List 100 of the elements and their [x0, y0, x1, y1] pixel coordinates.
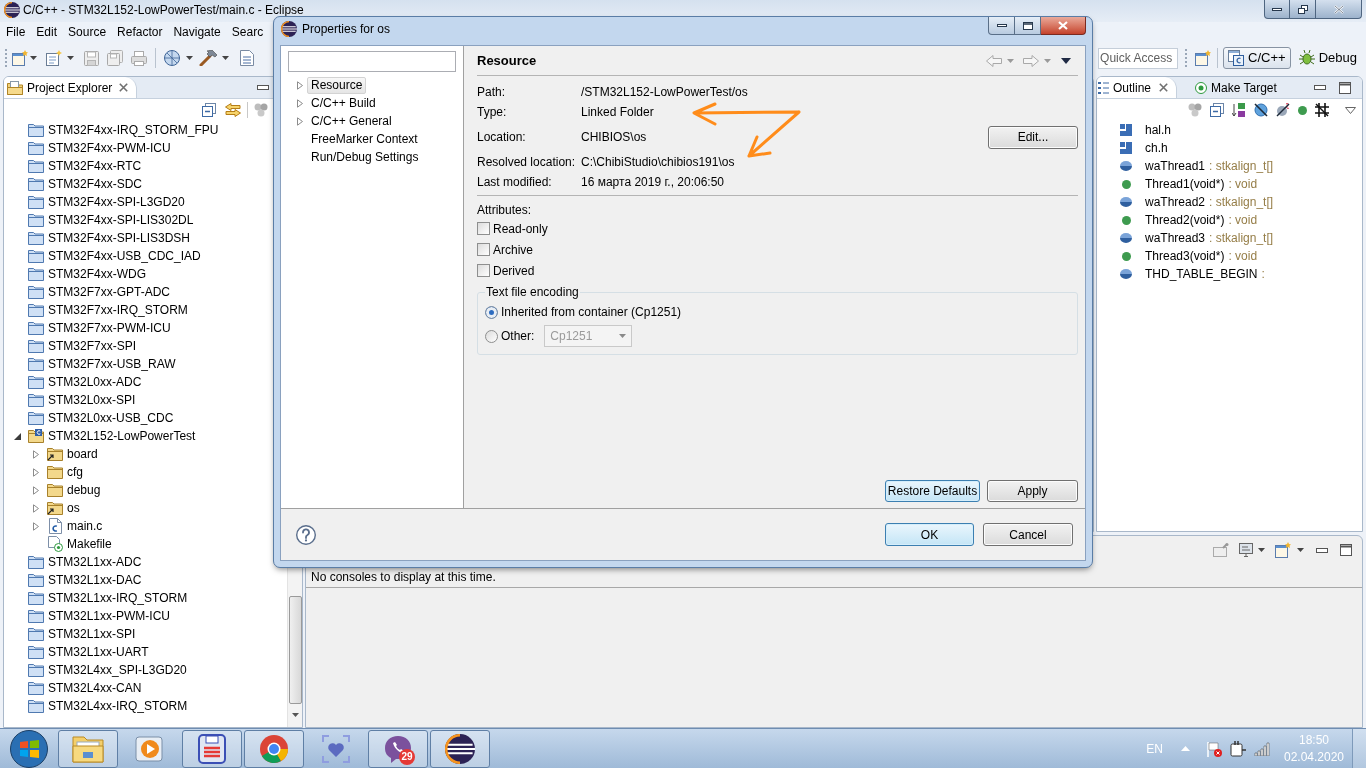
- hammer-icon[interactable]: [199, 50, 217, 66]
- tree-item[interactable]: STM32L0xx-USB_CDC: [48, 411, 174, 425]
- outline-item[interactable]: ch.h: [1145, 141, 1168, 155]
- maximize-icon[interactable]: [1339, 81, 1351, 94]
- checkbox[interactable]: [477, 243, 490, 256]
- perspective-button[interactable]: C/C++: [1223, 47, 1291, 69]
- collapse-all-icon[interactable]: [202, 103, 216, 117]
- tree-item[interactable]: STM32L1xx-PWM-ICU: [48, 609, 170, 623]
- tree-item[interactable]: STM32L4xx-CAN: [48, 681, 142, 695]
- taskbar-button[interactable]: [182, 729, 242, 768]
- save-all-icon[interactable]: [107, 50, 123, 66]
- tree-item[interactable]: STM32F4xx-IRQ_STORM_FPU: [48, 123, 219, 137]
- tree-item[interactable]: STM32F7xx-PWM-ICU: [48, 321, 171, 335]
- signal-icon[interactable]: [1254, 741, 1270, 756]
- circles-icon[interactable]: [254, 103, 268, 117]
- tree-item[interactable]: cfg: [67, 465, 83, 479]
- cancel-button[interactable]: Cancel: [983, 523, 1073, 546]
- tree-item[interactable]: STM32L1xx-SPI: [48, 627, 136, 641]
- tree-item[interactable]: STM32F4xx-SDC: [48, 177, 142, 191]
- apply-button[interactable]: Apply: [987, 480, 1078, 502]
- expand-arrow-icon[interactable]: [297, 98, 303, 108]
- tree-item[interactable]: C/C++ General: [307, 112, 396, 130]
- taskbar-button[interactable]: [430, 729, 490, 768]
- tree-item[interactable]: board: [67, 447, 98, 461]
- checkbox[interactable]: [477, 264, 490, 277]
- checkbox[interactable]: [477, 222, 490, 235]
- collapse-arrow-icon[interactable]: [14, 432, 21, 440]
- caret-icon[interactable]: [1258, 548, 1265, 552]
- save-icon[interactable]: [84, 50, 99, 66]
- view-menu-icon[interactable]: [1061, 57, 1071, 64]
- outline-item[interactable]: waThread1 : stkalign_t[]: [1145, 159, 1274, 173]
- caret-icon[interactable]: [67, 56, 74, 60]
- tree-item[interactable]: STM32L1xx-IRQ_STORM: [48, 591, 188, 605]
- menu-item[interactable]: Edit: [36, 25, 58, 39]
- tree-item[interactable]: C/C++ Build: [307, 94, 380, 112]
- monitor-icon[interactable]: [1239, 543, 1253, 557]
- globe-slash-icon[interactable]: [1254, 103, 1268, 117]
- tree-item[interactable]: STM32F4xx-SPI-LIS3DSH: [48, 231, 191, 245]
- tree-item[interactable]: STM32F4xx-PWM-ICU: [48, 141, 171, 155]
- tree-item[interactable]: STM32F7xx-IRQ_STORM: [48, 303, 188, 317]
- tree-item[interactable]: main.c: [67, 519, 103, 533]
- swap-arrows-icon[interactable]: [225, 103, 241, 117]
- tree-item[interactable]: STM32F7xx-SPI: [48, 339, 137, 353]
- tree-item[interactable]: STM32F7xx-GPT-ADC: [48, 285, 170, 299]
- outline-item[interactable]: Thread2(void*) : void: [1145, 213, 1258, 227]
- caret-icon[interactable]: [222, 56, 229, 60]
- expand-arrow-icon[interactable]: [33, 521, 39, 531]
- help-icon[interactable]: [296, 524, 316, 545]
- outline-item[interactable]: Thread3(void*) : void: [1145, 249, 1258, 263]
- tree-item[interactable]: FreeMarker Context: [307, 130, 422, 148]
- circles-icon[interactable]: [1188, 103, 1202, 117]
- tree-item[interactable]: STM32F4xx-RTC: [48, 159, 142, 173]
- restore-button[interactable]: [1290, 0, 1316, 19]
- expand-arrow-icon[interactable]: [33, 485, 39, 495]
- menu-item[interactable]: Navigate: [173, 25, 221, 39]
- tree-item[interactable]: STM32L4xx-IRQ_STORM: [48, 699, 188, 713]
- tree-item[interactable]: STM32L1xx-ADC: [48, 555, 142, 569]
- menu-item[interactable]: Source: [68, 25, 107, 39]
- outline-item[interactable]: waThread2 : stkalign_t[]: [1145, 195, 1274, 209]
- dot-icon[interactable]: [1298, 105, 1307, 115]
- menu-item[interactable]: File: [6, 25, 26, 39]
- expand-arrow-icon[interactable]: [33, 503, 39, 513]
- plug-icon[interactable]: [1230, 740, 1246, 757]
- minimize-button[interactable]: [1264, 0, 1290, 19]
- tree-item[interactable]: STM32L4xx_SPI-L3GD20: [48, 663, 187, 677]
- close-icon[interactable]: [1159, 83, 1169, 92]
- tree-item[interactable]: STM32F4xx-SPI-LIS302DL: [48, 213, 194, 227]
- radio-button[interactable]: [485, 329, 498, 343]
- expand-arrow-icon[interactable]: [33, 449, 39, 459]
- minimize-icon[interactable]: [257, 85, 269, 90]
- panel-tab[interactable]: Make Target: [1177, 77, 1285, 98]
- panel-tab[interactable]: Project Explorer: [4, 77, 138, 98]
- tree-item[interactable]: STM32F7xx-USB_RAW: [48, 357, 176, 371]
- radio-button[interactable]: [485, 305, 498, 319]
- file-icon[interactable]: [240, 50, 254, 66]
- tree-item[interactable]: Makefile: [67, 537, 112, 551]
- tree-item[interactable]: STM32L1xx-UART: [48, 645, 149, 659]
- tree-item[interactable]: Run/Debug Settings: [307, 148, 423, 166]
- collapse-all-icon[interactable]: [1210, 103, 1224, 117]
- ok-button[interactable]: OK: [885, 523, 974, 546]
- ball-slash-icon[interactable]: [1276, 103, 1290, 117]
- tree-item[interactable]: debug: [67, 483, 101, 497]
- taskbar-button[interactable]: 29: [368, 729, 428, 768]
- expand-arrow-icon[interactable]: [297, 80, 303, 90]
- maximize-icon[interactable]: [1340, 544, 1352, 556]
- show-desktop-button[interactable]: [1352, 728, 1366, 768]
- outline-item[interactable]: THD_TABLE_BEGIN :: [1145, 267, 1265, 281]
- expand-arrow-icon[interactable]: [33, 467, 39, 477]
- restore-defaults-button[interactable]: Restore Defaults: [885, 480, 980, 502]
- menu-item[interactable]: Refactor: [117, 25, 163, 39]
- tree-item[interactable]: os: [67, 501, 80, 515]
- caret-icon[interactable]: [30, 56, 37, 60]
- outline-item[interactable]: Thread1(void*) : void: [1145, 177, 1258, 191]
- minimize-button[interactable]: [988, 17, 1015, 35]
- close-icon[interactable]: [119, 83, 129, 92]
- panel-tab[interactable]: Outline: [1097, 77, 1178, 98]
- quick-access-field[interactable]: Quick Access: [1098, 47, 1179, 69]
- caret-icon[interactable]: [186, 56, 193, 60]
- hash-slash-icon[interactable]: [1315, 103, 1329, 117]
- minimize-icon[interactable]: [1314, 85, 1326, 90]
